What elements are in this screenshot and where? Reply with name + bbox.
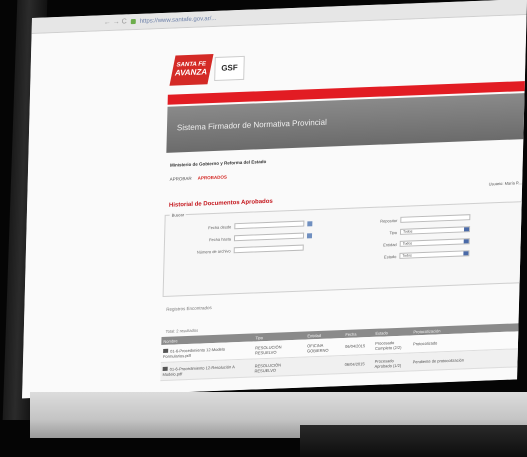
- cell-tipo: RESOLUCIÓN RESUELVO: [254, 361, 282, 373]
- fecha-hasta-input[interactable]: [233, 232, 305, 242]
- search-filter-box: Buscar Fecha desde Fecha hasta Número de…: [162, 201, 525, 297]
- monitor-screen: ← → C https://www.santafe.gov.ar/... SAN…: [22, 0, 527, 399]
- tabs: APROBAR APROBADOS: [170, 175, 227, 182]
- documents-table: Nombre Tipo Entidad Fecha Estado Protoco…: [160, 323, 522, 382]
- repositor-input[interactable]: [400, 214, 471, 223]
- cell-estado: Procesado Aprobado (1/2): [374, 357, 402, 369]
- gsf-logo: GSF: [214, 55, 245, 82]
- filter-legend: Buscar: [169, 212, 187, 218]
- filter-numero: Número de archivo: [195, 244, 304, 255]
- document-name[interactable]: 01-6-Procedimiento 12-Modelo Formularios…: [163, 346, 225, 358]
- cell-fecha: 06/04/2015: [344, 361, 365, 367]
- cell-nombre[interactable]: 01-6-Procedimiento 12-Modelo Formularios…: [161, 345, 253, 359]
- user-label: Usuario: María R...: [488, 180, 523, 187]
- filter-label: Repositor: [380, 217, 398, 224]
- page-title: Historial de Documentos Aprobados: [168, 198, 273, 209]
- tipo-select[interactable]: Todos: [399, 226, 471, 235]
- tipo-value: Todos: [402, 229, 413, 234]
- tab-aprobados[interactable]: APROBADOS: [198, 175, 227, 181]
- web-page: SANTA FE AVANZA GSF Sistema Firmador de …: [22, 15, 527, 399]
- tab-aprobar[interactable]: APROBAR: [170, 176, 192, 182]
- cell-protocolizacion: Protocolizado: [413, 340, 438, 347]
- numero-archivo-input[interactable]: [233, 244, 304, 254]
- filter-tipo: Tipo Todos: [365, 226, 471, 236]
- calendar-icon[interactable]: [306, 232, 313, 238]
- filter-repositor: Repositor: [365, 214, 471, 224]
- filter-estado: Estado Todos: [364, 250, 470, 260]
- cell-protocolizacion: Pendiente de protocolización: [412, 357, 465, 365]
- filter-fecha-desde: Fecha desde: [195, 220, 313, 231]
- cell-fecha: 06/04/2015: [345, 343, 366, 349]
- lock-icon: [130, 19, 136, 25]
- logo-area: SANTA FE AVANZA GSF: [169, 48, 245, 91]
- calendar-icon[interactable]: [307, 220, 313, 226]
- monitor-stand: [300, 425, 527, 457]
- document-icon: [163, 348, 169, 353]
- estado-value: Todos: [402, 253, 412, 258]
- url-text[interactable]: https://www.santafe.gov.ar/...: [140, 15, 217, 24]
- col-estado[interactable]: Estado: [373, 329, 411, 335]
- document-icon: [162, 366, 168, 371]
- estado-select[interactable]: Todos: [399, 250, 470, 259]
- results-label: Registros Encontrados: [166, 305, 212, 312]
- chevron-down-icon: [463, 239, 469, 244]
- filter-fecha-hasta: Fecha hasta: [195, 232, 313, 243]
- filter-label: Número de archivo: [196, 247, 231, 255]
- filter-label: Estado: [383, 253, 397, 259]
- col-entidad[interactable]: Entidad: [305, 332, 343, 338]
- entidad-value: Todos: [402, 241, 413, 246]
- cell-nombre[interactable]: 01-6-Procedimiento 12-Resolución A Model…: [160, 363, 252, 377]
- filter-label: Fecha hasta: [208, 235, 232, 242]
- cell-tipo: RESOLUCIÓN RESUELVO: [254, 343, 282, 355]
- browser-nav-icons[interactable]: ← → C: [104, 18, 127, 26]
- total-label: Total: 2 resultados: [165, 327, 199, 334]
- filter-label: Entidad: [383, 241, 397, 248]
- filter-entidad: Entidad Todos: [365, 238, 470, 248]
- cell-entidad: [305, 365, 343, 366]
- chevron-down-icon: [463, 251, 469, 256]
- chevron-down-icon: [463, 227, 470, 232]
- entidad-select[interactable]: Todos: [399, 238, 470, 247]
- filter-label: Tipo: [389, 229, 398, 235]
- cell-estado: Procesado Completo (2/2): [374, 339, 402, 351]
- col-fecha[interactable]: Fecha: [343, 330, 373, 336]
- document-name[interactable]: 01-6-Procedimiento 12-Resolución A Model…: [162, 364, 234, 377]
- ministry-label: Ministerio de Gobierno y Reforma del Est…: [169, 158, 267, 168]
- system-title: Sistema Firmador de Normativa Provincial: [176, 117, 327, 133]
- cell-entidad: OFICINA GOBIERNO: [306, 342, 329, 353]
- logo-line-2: AVANZA: [174, 67, 209, 78]
- filter-label: Fecha desde: [208, 223, 232, 230]
- fecha-desde-input[interactable]: [234, 220, 305, 230]
- monitor-frame: ← → C https://www.santafe.gov.ar/... SAN…: [0, 0, 527, 457]
- santa-fe-logo: SANTA FE AVANZA: [169, 54, 214, 86]
